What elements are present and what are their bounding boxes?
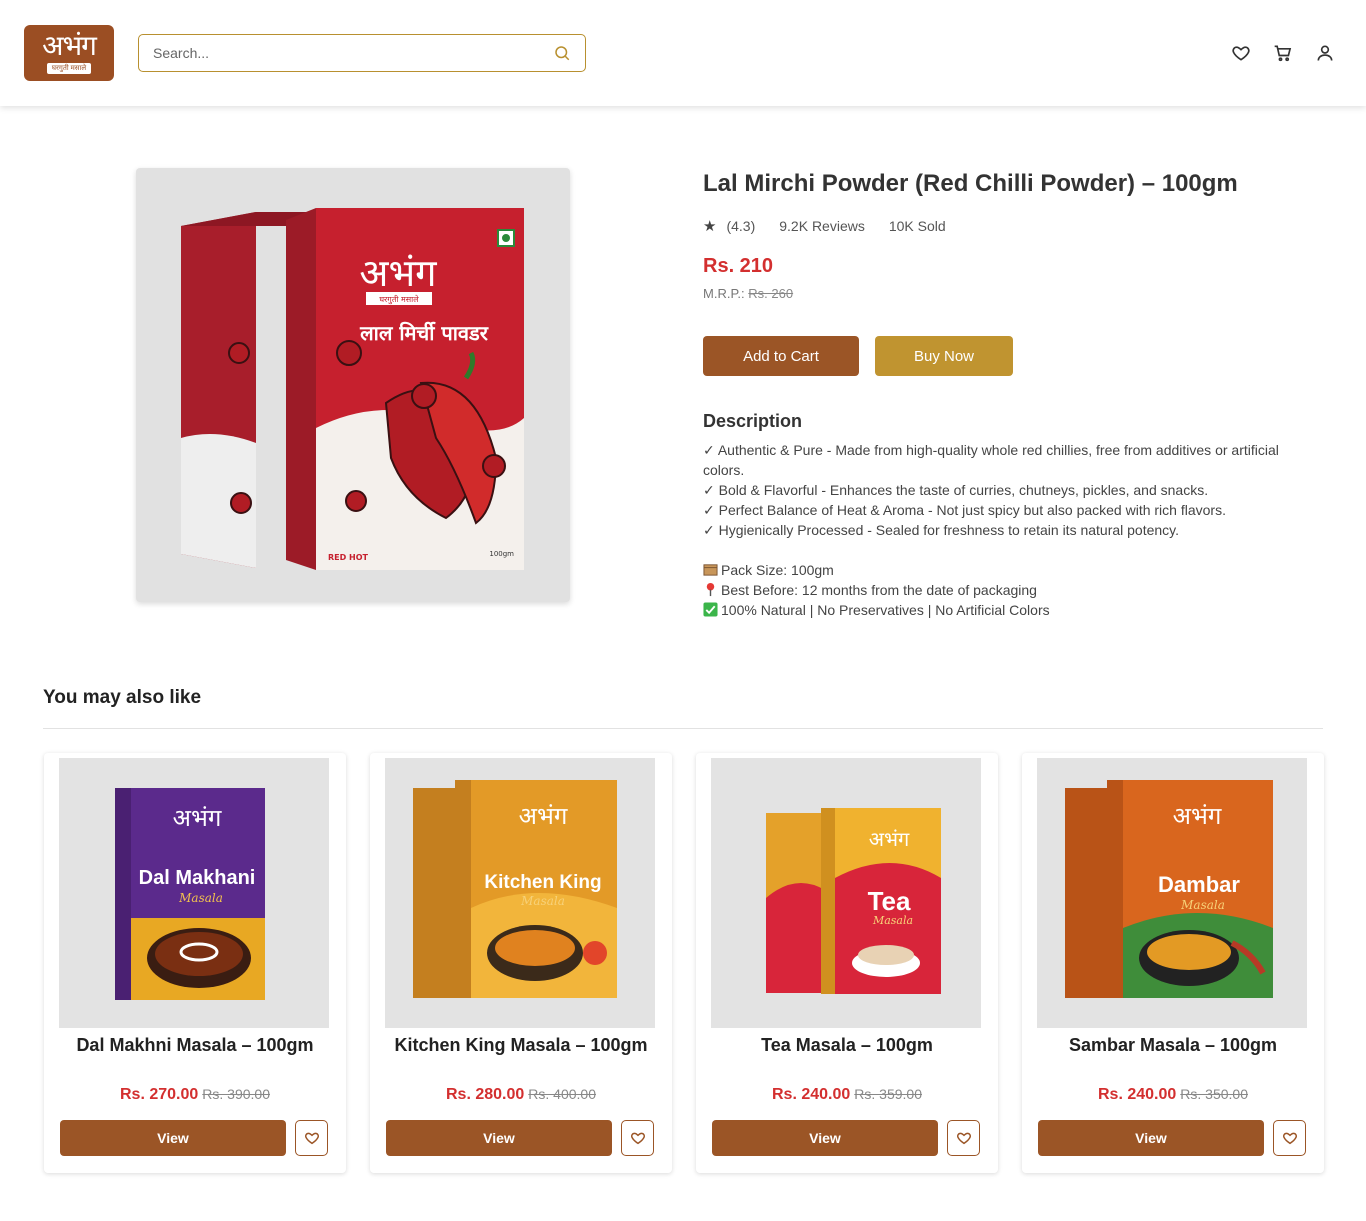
view-button[interactable]: View	[712, 1120, 938, 1156]
view-button[interactable]: View	[60, 1120, 286, 1156]
search-input[interactable]	[153, 45, 553, 61]
description-body: ✓ Authentic & Pure - Made from high-qual…	[703, 440, 1323, 620]
divider	[43, 728, 1323, 729]
product-card-image[interactable]: अभंग Dal Makhani Masala	[59, 758, 329, 1028]
heart-icon	[630, 1132, 645, 1145]
product-mrp: M.R.P.: Rs. 260	[703, 286, 793, 301]
pack-brand: अभंग	[359, 251, 437, 295]
description-heading: Description	[703, 411, 803, 431]
svg-text:अभंग: अभंग	[173, 804, 222, 832]
product-card-price: Rs. 280.00 Rs. 400.00	[446, 1086, 596, 1103]
package-icon	[703, 564, 718, 576]
product-meta: ★ (4.3) 9.2K Reviews 10K Sold	[703, 217, 970, 235]
description-line: ✓ Bold & Flavorful - Enhances the taste …	[703, 482, 1209, 498]
product-card[interactable]: अभंग Dal Makhani Masala Dal Makhni Masal…	[44, 753, 346, 1173]
mrp-label: M.R.P.:	[703, 286, 745, 301]
info-pack-size: Pack Size: 100gm	[703, 560, 1323, 580]
product-card[interactable]: अभंग Kitchen King Masala Kitchen King Ma…	[370, 753, 672, 1173]
product-card-name[interactable]: Dal Makhni Masala – 100gm	[44, 1035, 346, 1056]
product-reviews[interactable]: 9.2K Reviews	[779, 218, 865, 234]
info-natural: 100% Natural | No Preservatives | No Art…	[703, 600, 1323, 620]
product-rating: (4.3)	[726, 218, 756, 234]
svg-text:Masala: Masala	[178, 891, 223, 905]
svg-text:अभंग: अभंग	[1173, 802, 1222, 830]
cart-icon[interactable]	[1273, 43, 1293, 63]
wishlist-button[interactable]	[295, 1120, 328, 1156]
svg-text:Kitchen King: Kitchen King	[484, 872, 601, 893]
svg-text:Masala: Masala	[872, 914, 913, 927]
logo-tagline: घरगुती मसाले	[46, 63, 92, 74]
description-line: ✓ Hygienically Processed - Sealed for fr…	[703, 522, 1180, 538]
product-card-price: Rs. 240.00 Rs. 359.00	[772, 1086, 922, 1103]
search-icon[interactable]	[553, 44, 571, 62]
product-card[interactable]: अभंग Tea Masala Tea Masala – 100gm Rs. 2…	[696, 753, 998, 1173]
pack-weight: 100gm	[489, 550, 514, 558]
product-title: Lal Mirchi Powder (Red Chilli Powder) – …	[703, 170, 1238, 197]
product-card-name[interactable]: Tea Masala – 100gm	[696, 1035, 998, 1056]
view-button[interactable]: View	[386, 1120, 612, 1156]
site-header: अभंग घरगुती मसाले	[0, 0, 1366, 106]
wishlist-button[interactable]	[621, 1120, 654, 1156]
product-image[interactable]: अभंग घरगुती मसाले लाल मिर्ची पावडर RED H…	[136, 168, 570, 602]
product-card-image[interactable]: अभंग Dambar Masala	[1037, 758, 1307, 1028]
heart-icon	[956, 1132, 971, 1145]
wishlist-button[interactable]	[947, 1120, 980, 1156]
product-sold: 10K Sold	[888, 218, 946, 234]
logo-text: अभंग	[42, 29, 97, 62]
check-mark-icon	[703, 602, 718, 617]
svg-text:Masala: Masala	[520, 894, 565, 908]
description-line: ✓ Perfect Balance of Heat & Aroma - Not …	[703, 502, 1226, 518]
product-card-price: Rs. 240.00 Rs. 350.00	[1098, 1086, 1248, 1103]
svg-text:Tea: Tea	[868, 886, 911, 916]
chilli-powder-box-illustration: अभंग घरगुती मसाले लाल मिर्ची पावडर RED H…	[181, 208, 524, 570]
recommendations-heading: You may also like	[43, 687, 202, 708]
heart-icon	[304, 1132, 319, 1145]
description-line: ✓ Authentic & Pure - Made from high-qual…	[703, 442, 1279, 478]
svg-text:अभंग: अभंग	[869, 827, 910, 851]
pack-badge: RED HOT	[328, 553, 369, 562]
brand-logo[interactable]: अभंग घरगुती मसाले	[24, 25, 114, 81]
svg-text:Dambar: Dambar	[1158, 872, 1240, 897]
pushpin-icon	[706, 582, 715, 597]
product-card-name[interactable]: Sambar Masala – 100gm	[1022, 1035, 1324, 1056]
product-card-image[interactable]: अभंग Kitchen King Masala	[385, 758, 655, 1028]
product-price: Rs. 210	[703, 255, 774, 277]
user-icon[interactable]	[1315, 43, 1335, 63]
wishlist-button[interactable]	[1273, 1120, 1306, 1156]
pack-tagline: घरगुती मसाले	[379, 294, 419, 305]
mrp-value: Rs. 260	[748, 286, 794, 301]
svg-text:Dal Makhani: Dal Makhani	[139, 867, 256, 889]
product-card-name[interactable]: Kitchen King Masala – 100gm	[370, 1035, 672, 1056]
svg-text:अभंग: अभंग	[519, 802, 568, 830]
heart-icon	[1282, 1132, 1297, 1145]
product-card[interactable]: अभंग Dambar Masala Sambar Masala – 100gm…	[1022, 753, 1324, 1173]
view-button[interactable]: View	[1038, 1120, 1264, 1156]
star-icon: ★	[703, 218, 717, 235]
search-bar	[138, 34, 586, 72]
product-card-image[interactable]: अभंग Tea Masala	[711, 758, 981, 1028]
svg-text:Masala: Masala	[1180, 898, 1225, 912]
buy-now-button[interactable]: Buy Now	[875, 336, 1013, 376]
add-to-cart-button[interactable]: Add to Cart	[703, 336, 859, 376]
pack-name: लाल मिर्ची पावडर	[359, 321, 489, 345]
product-card-price: Rs. 270.00 Rs. 390.00	[120, 1086, 270, 1103]
heart-icon[interactable]	[1231, 43, 1251, 63]
info-best-before: Best Before: 12 months from the date of …	[703, 580, 1323, 600]
